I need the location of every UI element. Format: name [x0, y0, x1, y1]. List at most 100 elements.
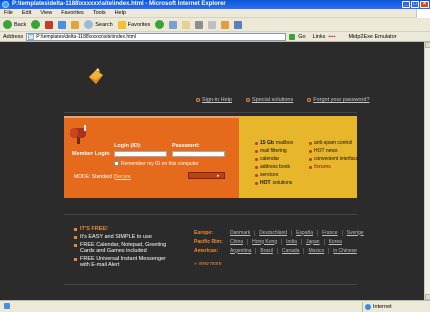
country-link[interactable]: Hong Kong [247, 238, 281, 245]
favorites-button[interactable]: Favorites [117, 20, 150, 29]
bullet-icon [255, 173, 258, 177]
feature-item: 15 Gb mailbox [255, 139, 293, 147]
bullet-icon [309, 149, 312, 153]
features-panel: 15 Gb mailbox mail filtering calendar add… [239, 116, 359, 198]
country-link[interactable]: China [230, 239, 247, 245]
secure-mode-link[interactable]: Secure [115, 174, 131, 180]
close-button[interactable]: × [420, 1, 429, 8]
page-status-icon [4, 302, 10, 309]
country-link[interactable]: France [317, 229, 342, 236]
login-id-input[interactable] [114, 151, 167, 157]
benefits-list: IT'S FREE! It's EASY and SIMPLE to use F… [74, 226, 174, 268]
benefit-item: IT'S FREE! [74, 226, 174, 232]
bullet-icon [255, 157, 258, 161]
menu-bar: File Edit View Favorites Tools Help [0, 9, 430, 18]
windows-logo-icon [416, 9, 430, 18]
feature-item: HOT solutions [255, 179, 293, 187]
divider [64, 214, 357, 215]
country-link[interactable]: Mexico [303, 247, 328, 254]
go-arrow-icon[interactable] [289, 33, 296, 40]
ie-icon [2, 1, 9, 8]
page-content: Sign-in Help Special solutions Forgot yo… [0, 42, 424, 300]
window-titlebar: P:\templates\delta-1188\xxxxxx\site\inde… [0, 0, 430, 9]
special-solutions-link[interactable]: Special solutions [245, 97, 293, 103]
bullet-icon [255, 141, 258, 145]
menu-tools[interactable]: Tools [93, 10, 106, 16]
menu-favorites[interactable]: Favorites [61, 10, 84, 16]
country-link[interactable]: Deutschland [254, 229, 291, 236]
menu-help[interactable]: Help [115, 10, 126, 16]
remember-checkbox[interactable] [114, 161, 119, 166]
country-link[interactable]: Japan [300, 238, 324, 245]
go-button[interactable]: Go [298, 34, 305, 40]
features-left-list: 15 Gb mailbox mail filtering calendar add… [255, 139, 293, 187]
refresh-icon[interactable] [58, 20, 67, 29]
country-link[interactable]: Brasil [255, 247, 277, 254]
country-link[interactable]: España [291, 229, 317, 236]
edit-icon[interactable] [208, 20, 217, 29]
bullet-icon [74, 235, 77, 239]
country-link[interactable]: India [281, 238, 301, 245]
benefit-item: It's EASY and SIMPLE to use [74, 234, 174, 240]
home-icon[interactable] [71, 20, 80, 29]
bullet-icon [307, 98, 312, 102]
forward-button[interactable] [31, 20, 41, 29]
print-icon[interactable] [195, 20, 204, 29]
feature-item: services [255, 171, 293, 179]
menu-file[interactable]: File [4, 10, 13, 16]
country-link[interactable]: Argentina [230, 248, 255, 254]
bullet-icon [196, 98, 200, 102]
country-link[interactable]: Canada [276, 247, 304, 254]
toolbar-plugin-icon[interactable]: ▪▪▪▪ [328, 34, 335, 40]
feature-item: HOT news [309, 147, 359, 155]
password-input[interactable] [172, 151, 225, 157]
bullet-icon [74, 243, 77, 247]
emulator-button[interactable]: Midp2Exe Emulator [348, 34, 396, 40]
bullet-icon [255, 149, 258, 153]
menu-view[interactable]: View [40, 10, 52, 16]
address-label: Address [3, 33, 24, 40]
back-arrow-icon [3, 20, 12, 29]
country-link[interactable]: Danmark [230, 230, 254, 236]
vertical-scrollbar[interactable] [424, 42, 430, 300]
bullet-icon [245, 98, 250, 102]
bullet-icon [309, 157, 312, 161]
folder-icon[interactable] [221, 20, 230, 29]
feature-item: convenient interface [309, 155, 359, 163]
search-button[interactable]: Search [84, 20, 113, 29]
divider [64, 284, 357, 285]
feature-item: anti-spam control [309, 139, 359, 147]
member-login-title: Member Login [72, 151, 110, 157]
scroll-up-button[interactable] [425, 42, 430, 48]
mail-icon[interactable] [182, 20, 191, 29]
country-link[interactable]: Sverige [341, 229, 368, 236]
menu-edit[interactable]: Edit [22, 10, 31, 16]
bullet-icon [309, 141, 312, 145]
window-title: P:\templates\delta-1188\xxxxxx\site\inde… [12, 1, 226, 7]
history-icon[interactable] [169, 20, 178, 29]
back-button[interactable]: Back [3, 20, 26, 29]
bullet-icon [74, 257, 77, 261]
sign-in-help-link[interactable]: Sign-in Help [196, 97, 232, 103]
login-panel: Member Login Login (ID): Password: Remem… [64, 116, 239, 198]
password-label: Password: [172, 143, 200, 149]
stop-icon[interactable] [45, 20, 54, 29]
arrow-right-icon: ▸ [217, 173, 220, 179]
messenger-icon[interactable] [234, 20, 243, 29]
address-input[interactable]: P:\templates\delta-1188\xxxxx\site\index… [26, 32, 287, 41]
media-icon[interactable] [155, 20, 165, 29]
country-link[interactable]: in Chinese [328, 247, 361, 254]
view-more-link[interactable]: » view more [194, 259, 368, 268]
forgot-password-link[interactable]: Forgot your password? [307, 97, 370, 103]
remember-label: Remember my ID on this computer [121, 161, 199, 167]
region-row-europe: Europe: Danmark Deutschland España Franc… [194, 228, 368, 237]
feature-item: address book [255, 163, 293, 171]
login-id-label: Login (ID): [114, 143, 142, 149]
bullet-icon [74, 227, 77, 231]
mailbox-icon [70, 125, 86, 144]
minimize-button[interactable]: _ [402, 1, 410, 8]
links-label[interactable]: Links [313, 34, 326, 40]
country-link[interactable]: Korea [323, 238, 346, 245]
security-zone: Internet [362, 302, 392, 312]
maximize-button[interactable]: □ [411, 1, 419, 8]
